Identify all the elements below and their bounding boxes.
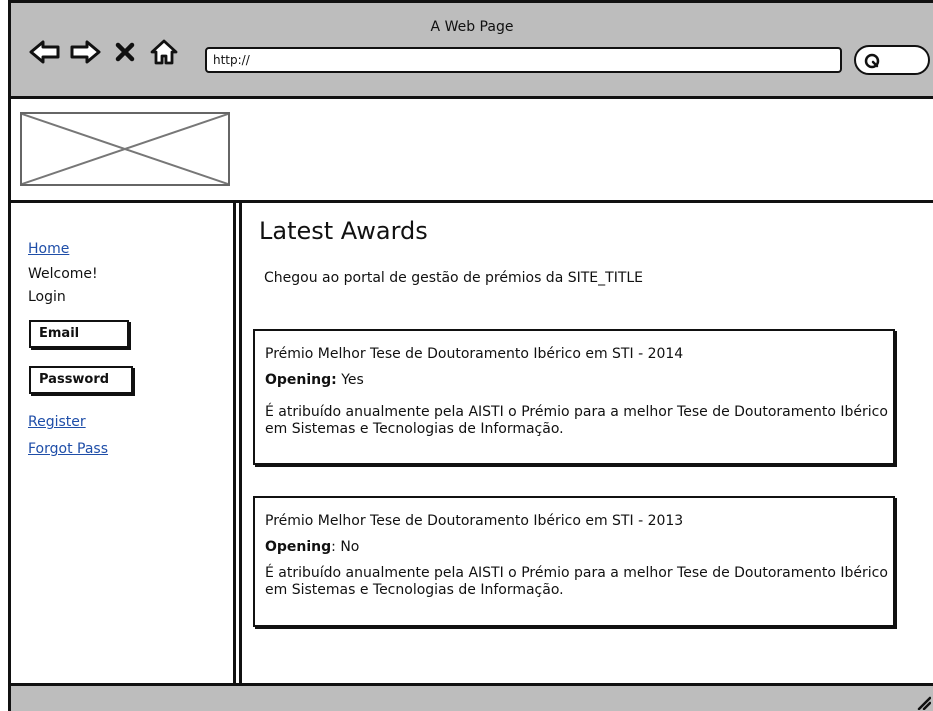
email-field[interactable]: Email (29, 320, 129, 348)
award-description: É atribuído anualmente pela AISTI o Prém… (265, 565, 888, 598)
forgot-password-link[interactable]: Forgot Pass (28, 441, 108, 457)
browser-toolbar: A Web Page http:// (11, 3, 933, 99)
opening-label: Opening: (265, 372, 337, 388)
home-link[interactable]: Home (28, 241, 69, 257)
award-description: É atribuído anualmente pela AISTI o Prém… (265, 404, 888, 437)
search-button[interactable] (854, 45, 930, 75)
register-link[interactable]: Register (28, 414, 86, 430)
award-card[interactable]: Prémio Melhor Tese de Doutoramento Ibéri… (253, 329, 895, 465)
page-header (11, 99, 933, 203)
award-opening: Opening: Yes (265, 372, 364, 388)
window-title: A Web Page (430, 19, 514, 35)
award-title: Prémio Melhor Tese de Doutoramento Ibéri… (265, 513, 684, 529)
search-icon (864, 53, 880, 69)
browser-window: A Web Page http:// Home Welcome! Login E… (8, 0, 933, 711)
sidebar: Home Welcome! Login Email Password Regis… (11, 203, 242, 683)
opening-value: : No (331, 539, 360, 555)
logo-image-placeholder (20, 112, 230, 186)
main-content: Latest Awards Chegou ao portal de gestão… (244, 203, 933, 683)
award-title: Prémio Melhor Tese de Doutoramento Ibéri… (265, 346, 684, 362)
status-bar (11, 683, 933, 711)
award-card[interactable]: Prémio Melhor Tese de Doutoramento Ibéri… (253, 496, 895, 627)
login-label: Login (28, 289, 66, 305)
home-icon[interactable] (149, 39, 179, 65)
resize-grip-icon[interactable] (915, 694, 931, 710)
intro-text: Chegou ao portal de gestão de prémios da… (264, 270, 644, 286)
stop-icon[interactable] (114, 39, 136, 65)
welcome-text: Welcome! (28, 266, 98, 282)
password-field[interactable]: Password (29, 366, 133, 394)
opening-value: Yes (336, 372, 364, 388)
page-title: Latest Awards (259, 217, 428, 245)
back-arrow-icon[interactable] (29, 39, 61, 65)
award-opening: Opening: No (265, 539, 359, 555)
opening-label: Opening (265, 539, 332, 555)
address-bar[interactable]: http:// (205, 47, 842, 73)
forward-arrow-icon[interactable] (69, 39, 101, 65)
